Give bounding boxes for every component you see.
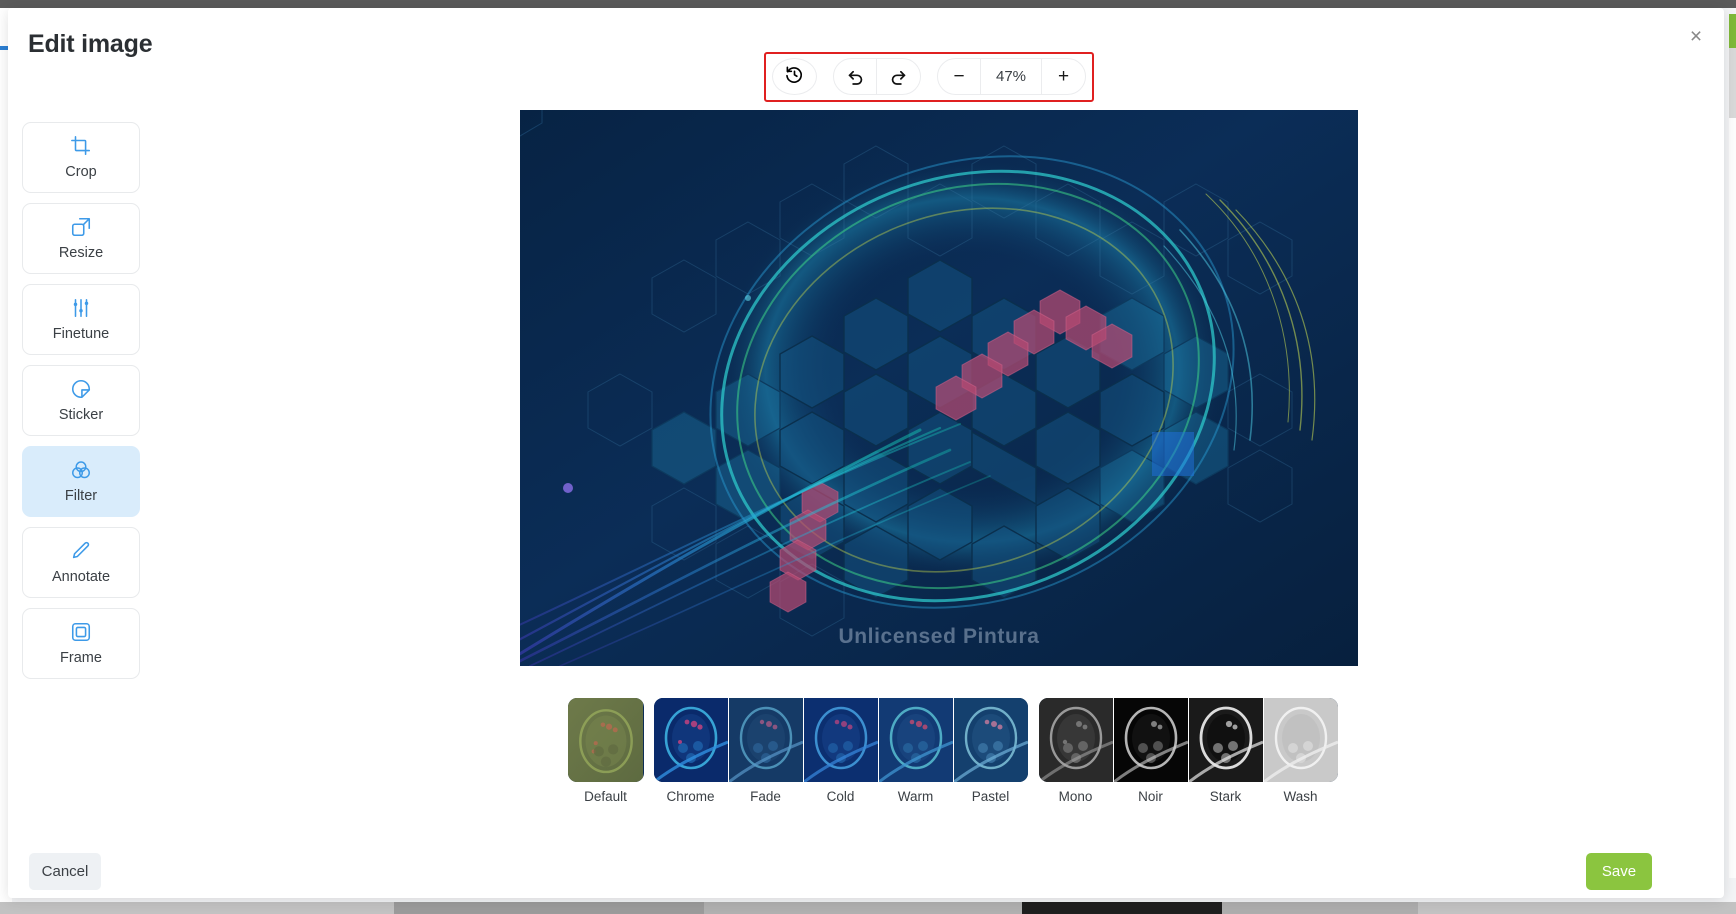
finetune-icon	[70, 297, 92, 319]
cancel-button[interactable]: Cancel	[29, 853, 101, 890]
filter-option-cold[interactable]: Cold	[803, 698, 878, 804]
filter-icon	[70, 459, 92, 481]
sidebar-item-sticker[interactable]: Sticker	[22, 365, 140, 436]
background-right-green-chip	[1729, 14, 1736, 48]
filter-thumbnail	[803, 698, 878, 782]
undo-button[interactable]	[834, 59, 877, 94]
taskbar-active-window	[1022, 902, 1222, 914]
filter-thumbnail	[567, 698, 644, 782]
filter-group-color: Chrome Fade Cold Warm Pastel	[653, 698, 1028, 804]
taskbar-segment	[1222, 902, 1418, 914]
tool-sidebar: Crop Resize Finetune Sticker Filter Anno…	[22, 122, 148, 679]
edit-image-modal: Edit image × Crop Resize Finetune Sticke…	[8, 8, 1724, 898]
crop-icon	[70, 135, 92, 157]
filter-option-pastel[interactable]: Pastel	[953, 698, 1028, 804]
page-title: Edit image	[28, 30, 153, 58]
thumbnail-art	[567, 698, 644, 782]
history-revert-icon	[785, 65, 804, 89]
filter-label: Fade	[750, 789, 781, 804]
sidebar-item-resize[interactable]: Resize	[22, 203, 140, 274]
thumbnail-art	[1188, 698, 1263, 782]
filter-thumbnail	[1188, 698, 1263, 782]
filter-thumbnail	[953, 698, 1028, 782]
filter-option-mono[interactable]: Mono	[1038, 698, 1113, 804]
filter-option-wash[interactable]: Wash	[1263, 698, 1338, 804]
thumbnail-art	[728, 698, 803, 782]
taskbar-segment	[394, 902, 704, 914]
filter-option-chrome[interactable]: Chrome	[653, 698, 728, 804]
redo-button[interactable]	[877, 59, 920, 94]
edited-image	[520, 110, 1358, 666]
filter-label: Stark	[1209, 789, 1242, 804]
sticker-icon	[70, 378, 92, 400]
resize-icon	[70, 216, 92, 238]
filter-thumbnail	[1263, 698, 1338, 782]
sidebar-item-label: Filter	[64, 488, 98, 504]
filter-option-warm[interactable]: Warm	[878, 698, 953, 804]
annotate-icon	[70, 540, 92, 562]
zoom-level-value[interactable]: 47%	[981, 59, 1042, 94]
redo-icon	[889, 67, 908, 86]
sidebar-item-label: Crop	[65, 164, 97, 180]
filter-label: Warm	[897, 789, 934, 804]
revert-history-button[interactable]	[772, 58, 817, 95]
filter-label: Chrome	[666, 789, 715, 804]
background-right-panel	[1729, 118, 1736, 878]
filter-list: Default Chrome Fade Cold Warm Pastel Mon…	[567, 698, 1348, 814]
filter-label: Pastel	[971, 789, 1010, 804]
image-canvas[interactable]: Unlicensed Pintura	[520, 110, 1358, 666]
filter-label: Default	[584, 789, 627, 804]
undo-redo-group	[833, 58, 921, 95]
close-icon[interactable]: ×	[1682, 22, 1710, 50]
filter-group-default: Default	[567, 698, 644, 804]
taskbar-segment	[704, 902, 1022, 914]
background-right-gray-chip	[1729, 48, 1736, 118]
sidebar-item-finetune[interactable]: Finetune	[22, 284, 140, 355]
sidebar-item-crop[interactable]: Crop	[22, 122, 140, 193]
filter-thumbnail	[728, 698, 803, 782]
sidebar-item-annotate[interactable]: Annotate	[22, 527, 140, 598]
sidebar-item-label: Frame	[60, 650, 102, 666]
sidebar-item-label: Annotate	[51, 569, 111, 585]
filter-option-fade[interactable]: Fade	[728, 698, 803, 804]
thumbnail-art	[1038, 698, 1113, 782]
sidebar-item-label: Sticker	[58, 407, 104, 423]
filter-option-noir[interactable]: Noir	[1113, 698, 1188, 804]
minus-icon: −	[953, 66, 965, 87]
filter-option-stark[interactable]: Stark	[1188, 698, 1263, 804]
thumbnail-art	[1113, 698, 1188, 782]
taskbar-segment	[0, 902, 394, 914]
canvas-toolbar: − 47% +	[764, 52, 1094, 102]
os-taskbar	[0, 902, 1736, 914]
watermark-text: Unlicensed Pintura	[838, 625, 1040, 648]
filter-label: Wash	[1283, 789, 1318, 804]
filter-label: Mono	[1058, 789, 1093, 804]
thumbnail-art	[953, 698, 1028, 782]
save-button[interactable]: Save	[1586, 853, 1652, 890]
thumbnail-art	[1263, 698, 1338, 782]
thumbnail-art	[803, 698, 878, 782]
filter-thumbnail	[1038, 698, 1113, 782]
sidebar-item-label: Resize	[58, 245, 104, 261]
browser-top-bar	[0, 0, 1736, 8]
filter-thumbnail	[878, 698, 953, 782]
filter-option-default[interactable]: Default	[567, 698, 644, 804]
frame-icon	[70, 621, 92, 643]
sidebar-item-label: Finetune	[52, 326, 110, 342]
filter-group-mono: Mono Noir Stark Wash	[1038, 698, 1338, 804]
filter-thumbnail	[1113, 698, 1188, 782]
zoom-out-button[interactable]: −	[938, 59, 981, 94]
plus-icon: +	[1057, 66, 1070, 87]
zoom-in-button[interactable]: +	[1042, 59, 1085, 94]
thumbnail-art	[878, 698, 953, 782]
undo-icon	[846, 67, 865, 86]
thumbnail-art	[653, 698, 728, 782]
filter-thumbnail	[653, 698, 728, 782]
sidebar-item-frame[interactable]: Frame	[22, 608, 140, 679]
sidebar-item-filter[interactable]: Filter	[22, 446, 140, 517]
taskbar-segment	[1418, 902, 1736, 914]
filter-label: Cold	[826, 789, 855, 804]
zoom-control-group: − 47% +	[937, 58, 1086, 95]
filter-label: Noir	[1138, 789, 1163, 804]
